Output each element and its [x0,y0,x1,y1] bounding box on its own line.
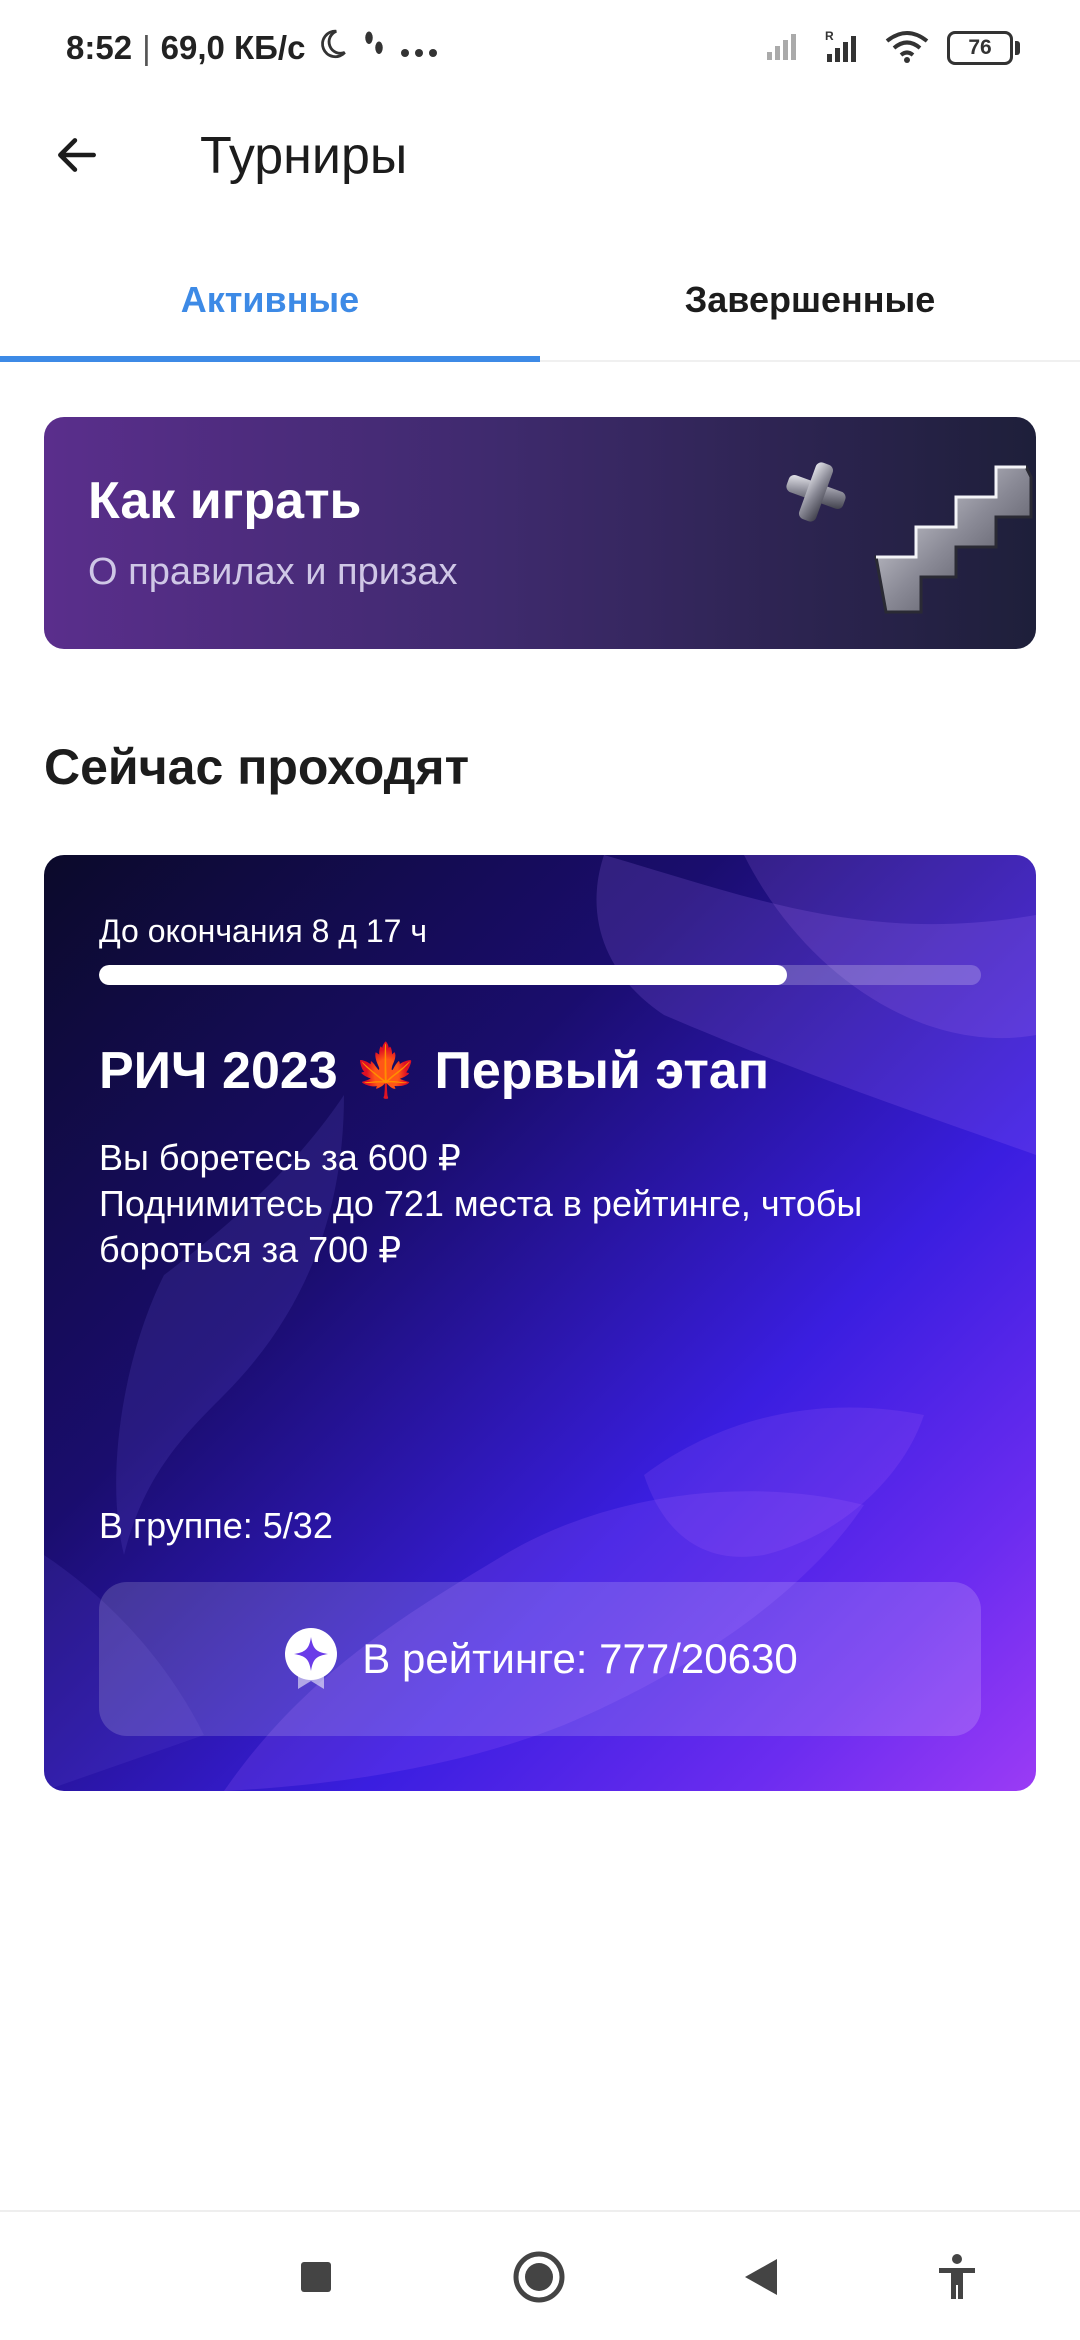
tab-finished[interactable]: Завершенные [540,240,1080,360]
battery-level: 76 [947,31,1013,65]
tetris-art-icon [786,462,1033,614]
svg-text:R: R [825,29,834,43]
how-to-play-title: Как играть [88,472,362,530]
status-separator: | [142,29,151,66]
tournament-name-part1: РИЧ 2023 [99,1041,338,1100]
back-triangle-icon [745,2259,777,2295]
arrow-left-icon [58,138,96,172]
app-bar: Турниры [0,96,1080,216]
rating-badge-icon [285,1628,338,1689]
rating-label: В рейтинге: 777/20630 [362,1635,798,1682]
tab-bar: Активные Завершенные [0,240,1080,362]
time-progress-bar [99,965,981,985]
maple-leaf-emoji: 🍁 [353,1042,419,1100]
recents-square-icon [301,2262,331,2292]
accessibility-button[interactable] [926,2246,988,2308]
moon-icon [315,27,349,69]
status-left: 8:52 | 69,0 КБ/с [66,27,439,69]
battery-icon: 76 [947,31,1020,65]
tournament-name: РИЧ 2023 🍁 Первый этап [99,1040,769,1101]
countdown-label: До окончания 8 д 17 ч [99,913,427,949]
tournament-card[interactable]: До окончания 8 д 17 ч РИЧ 2023 🍁 Первый … [44,855,1036,1791]
how-to-play-card[interactable]: Как играть О правилах и призах [44,417,1036,649]
system-nav-bar [0,2210,1080,2340]
signal-roaming-icon: R [823,28,867,69]
recents-button[interactable] [285,2246,347,2308]
tab-active[interactable]: Активные [0,240,540,362]
page-title: Турниры [200,127,408,185]
wifi-icon [885,29,929,68]
signal-icon [765,30,805,67]
tournament-name-part2: Первый этап [434,1041,770,1100]
more-dots-icon [399,29,439,67]
rank-hint-line: Поднимитесь до 721 места в рейтинге, что… [99,1183,863,1270]
steps-icon [359,27,389,69]
home-circle-icon [513,2251,565,2303]
battery-tip [1015,41,1020,55]
rating-button[interactable]: В рейтинге: 777/20630 [99,1582,981,1736]
tournament-description: Вы боретесь за 600 ₽ Поднимитесь до 721 … [99,1135,999,1273]
time-progress-fill [99,965,787,985]
status-bar: 8:52 | 69,0 КБ/с R 76 [0,0,1080,96]
section-title: Сейчас проходят [44,739,470,795]
back-nav-button[interactable] [730,2246,792,2308]
group-position: В группе: 5/32 [99,1505,333,1546]
home-button[interactable] [508,2246,570,2308]
status-right: R 76 [765,28,1020,69]
status-time: 8:52 [66,29,133,66]
status-speed: 69,0 КБ/с [160,29,306,66]
how-to-play-subtitle: О правилах и призах [88,551,458,593]
prize-line: Вы боретесь за 600 ₽ [99,1137,461,1178]
back-button[interactable] [44,122,110,188]
accessibility-icon [939,2254,975,2299]
